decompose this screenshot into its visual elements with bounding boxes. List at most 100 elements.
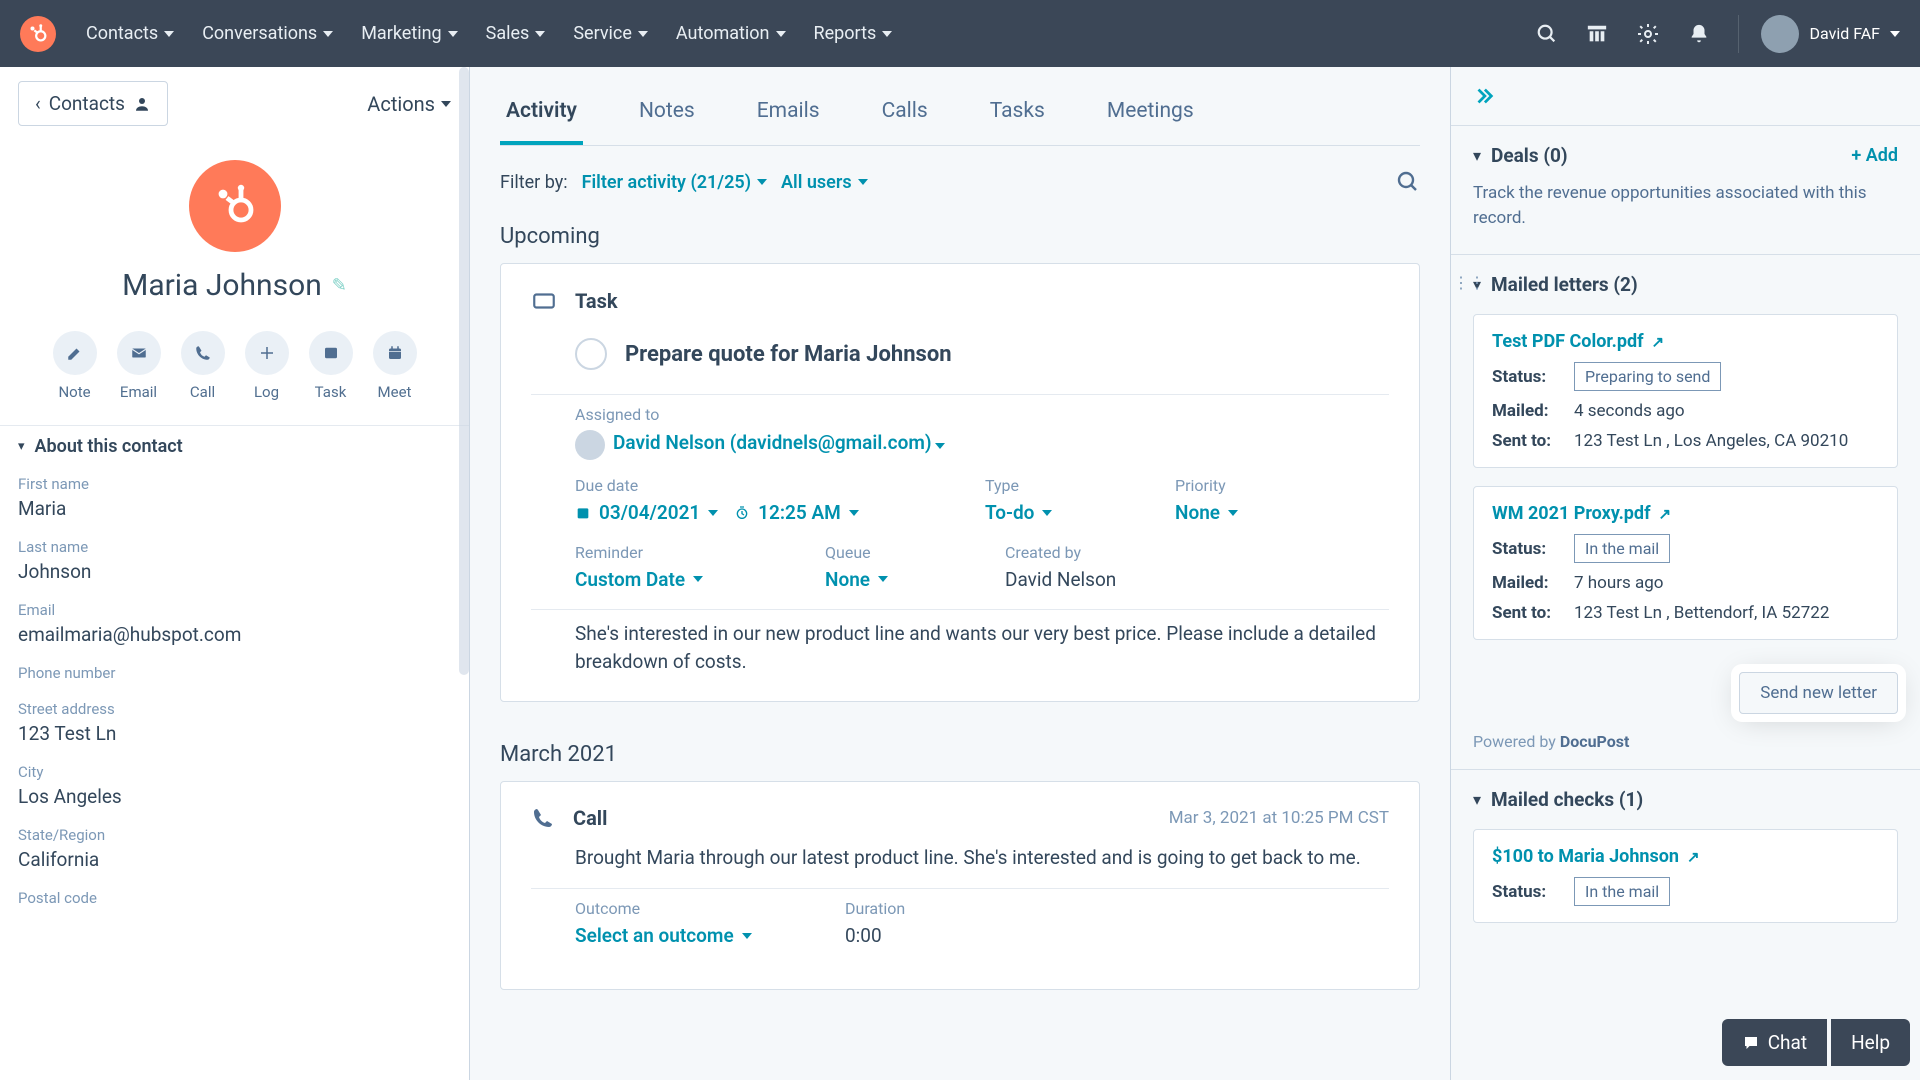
- user-name: David FAF: [1809, 24, 1880, 43]
- nav-contacts[interactable]: Contacts: [86, 23, 174, 44]
- assignee-avatar-icon: [575, 430, 605, 460]
- nav-marketing[interactable]: Marketing: [361, 23, 457, 44]
- nav-automation[interactable]: Automation: [676, 23, 786, 44]
- group-march: March 2021: [500, 736, 1420, 781]
- search-icon[interactable]: [1536, 23, 1558, 45]
- collapse-sidebar-button[interactable]: [1451, 67, 1920, 125]
- due-time-picker[interactable]: 12:25 AM: [734, 501, 859, 524]
- call-label: Call: [190, 383, 215, 401]
- tab-notes[interactable]: Notes: [633, 91, 701, 145]
- call-type-icon: [531, 806, 555, 830]
- log-button[interactable]: [245, 331, 289, 375]
- status-key: Status:: [1492, 367, 1564, 387]
- queue-dropdown[interactable]: None: [825, 568, 888, 591]
- edit-pencil-icon[interactable]: ✎: [332, 275, 347, 296]
- right-sidebar: ▾ Deals (0) + Add Track the revenue oppo…: [1450, 67, 1920, 1080]
- drag-handle-icon[interactable]: ⋮⋮: [1453, 273, 1485, 292]
- letter-link[interactable]: Test PDF Color.pdf↗: [1492, 331, 1664, 352]
- contact-actions-row: Note Email Call Log Task Meet: [0, 313, 469, 425]
- actions-label: Actions: [367, 92, 435, 116]
- email-button[interactable]: [117, 331, 161, 375]
- notifications-icon[interactable]: [1688, 23, 1710, 45]
- hubspot-logo[interactable]: [20, 16, 56, 52]
- task-type-dropdown[interactable]: To-do: [985, 501, 1052, 524]
- email-value[interactable]: emailmaria@hubspot.com: [18, 623, 451, 646]
- chevron-down-icon[interactable]: ▾: [1473, 790, 1481, 809]
- nav-sales[interactable]: Sales: [486, 23, 546, 44]
- task-complete-checkbox[interactable]: [575, 338, 607, 370]
- task-title[interactable]: Prepare quote for Maria Johnson: [625, 342, 952, 367]
- filter-by-label: Filter by:: [500, 172, 568, 193]
- marketplace-icon[interactable]: [1586, 23, 1608, 45]
- tab-meetings[interactable]: Meetings: [1101, 91, 1200, 145]
- letter-link[interactable]: WM 2021 Proxy.pdf↗: [1492, 503, 1671, 524]
- deals-title[interactable]: Deals (0): [1491, 144, 1568, 167]
- deals-panel: ▾ Deals (0) + Add Track the revenue oppo…: [1451, 125, 1920, 254]
- call-card: Call Mar 3, 2021 at 10:25 PM CST Brought…: [500, 781, 1420, 991]
- tab-activity[interactable]: Activity: [500, 91, 583, 145]
- back-contacts-button[interactable]: ‹ Contacts: [18, 81, 168, 126]
- contact-name: Maria Johnson ✎: [122, 268, 347, 303]
- checks-title[interactable]: Mailed checks (1): [1491, 788, 1643, 811]
- task-description[interactable]: She's interested in our new product line…: [531, 620, 1389, 677]
- first-name-value[interactable]: Maria: [18, 497, 451, 520]
- record-tabs: Activity Notes Emails Calls Tasks Meetin…: [500, 67, 1420, 146]
- search-icon[interactable]: [1396, 170, 1420, 194]
- mailed-value: 7 hours ago: [1574, 573, 1663, 593]
- mailed-letters-panel: ⋮⋮ ▾ Mailed letters (2) Test PDF Color.p…: [1451, 254, 1920, 769]
- filter-activity-dropdown[interactable]: Filter activity (21/25): [582, 172, 767, 193]
- mailed-value: 4 seconds ago: [1574, 401, 1685, 421]
- help-button[interactable]: Help: [1831, 1019, 1910, 1066]
- mailed-key: Mailed:: [1492, 401, 1564, 421]
- outcome-dropdown[interactable]: Select an outcome: [575, 924, 752, 947]
- duration-label: Duration: [845, 899, 965, 918]
- state-value[interactable]: California: [18, 848, 451, 871]
- nav-reports[interactable]: Reports: [814, 23, 893, 44]
- field-label: Last name: [18, 538, 451, 556]
- last-name-value[interactable]: Johnson: [18, 560, 451, 583]
- actions-dropdown[interactable]: Actions: [367, 92, 451, 116]
- call-notes[interactable]: Brought Maria through our latest product…: [531, 844, 1389, 873]
- reminder-label: Reminder: [575, 543, 755, 562]
- chevron-left-icon: ‹: [35, 92, 41, 115]
- sent-to-value: 123 Test Ln , Bettendorf, IA 52722: [1574, 603, 1829, 623]
- note-button[interactable]: [53, 331, 97, 375]
- send-new-letter-button[interactable]: Send new letter: [1739, 672, 1898, 714]
- priority-dropdown[interactable]: None: [1175, 501, 1238, 524]
- letter-card: WM 2021 Proxy.pdf↗ Status:In the mail Ma…: [1473, 486, 1898, 640]
- nav-service[interactable]: Service: [573, 23, 648, 44]
- task-type-icon: [531, 288, 557, 314]
- scrollbar[interactable]: [459, 67, 469, 675]
- chevron-down-icon[interactable]: ▾: [1473, 146, 1481, 165]
- created-by-value: David Nelson: [1005, 568, 1116, 591]
- nav-conversations[interactable]: Conversations: [202, 23, 333, 44]
- user-avatar-icon: [1761, 15, 1799, 53]
- letters-title[interactable]: Mailed letters (2): [1491, 273, 1638, 296]
- meet-button[interactable]: [373, 331, 417, 375]
- meet-label: Meet: [378, 383, 412, 401]
- card-type-label: Call: [573, 806, 607, 830]
- check-link[interactable]: $100 to Maria Johnson↗: [1492, 846, 1700, 867]
- divider: [531, 394, 1389, 395]
- due-date-picker[interactable]: 03/04/2021: [575, 501, 718, 524]
- nav-right: David FAF: [1536, 15, 1900, 53]
- status-badge: In the mail: [1574, 534, 1670, 563]
- tab-emails[interactable]: Emails: [751, 91, 826, 145]
- user-menu[interactable]: David FAF: [1738, 15, 1900, 53]
- chat-button[interactable]: Chat: [1722, 1019, 1827, 1066]
- settings-icon[interactable]: [1636, 22, 1660, 46]
- tab-tasks[interactable]: Tasks: [984, 91, 1051, 145]
- tab-calls[interactable]: Calls: [876, 91, 934, 145]
- status-key: Status:: [1492, 882, 1564, 902]
- reminder-dropdown[interactable]: Custom Date: [575, 568, 703, 591]
- chevron-down-icon: [1890, 31, 1900, 37]
- task-button[interactable]: [309, 331, 353, 375]
- sent-to-key: Sent to:: [1492, 603, 1564, 623]
- filter-users-dropdown[interactable]: All users: [781, 172, 868, 193]
- add-deal-button[interactable]: + Add: [1851, 145, 1898, 166]
- call-button[interactable]: [181, 331, 225, 375]
- about-section-toggle[interactable]: ▾ About this contact: [0, 425, 469, 467]
- assigned-to-dropdown[interactable]: David Nelson (davidnels@gmail.com): [575, 430, 1389, 460]
- street-value[interactable]: 123 Test Ln: [18, 722, 451, 745]
- city-value[interactable]: Los Angeles: [18, 785, 451, 808]
